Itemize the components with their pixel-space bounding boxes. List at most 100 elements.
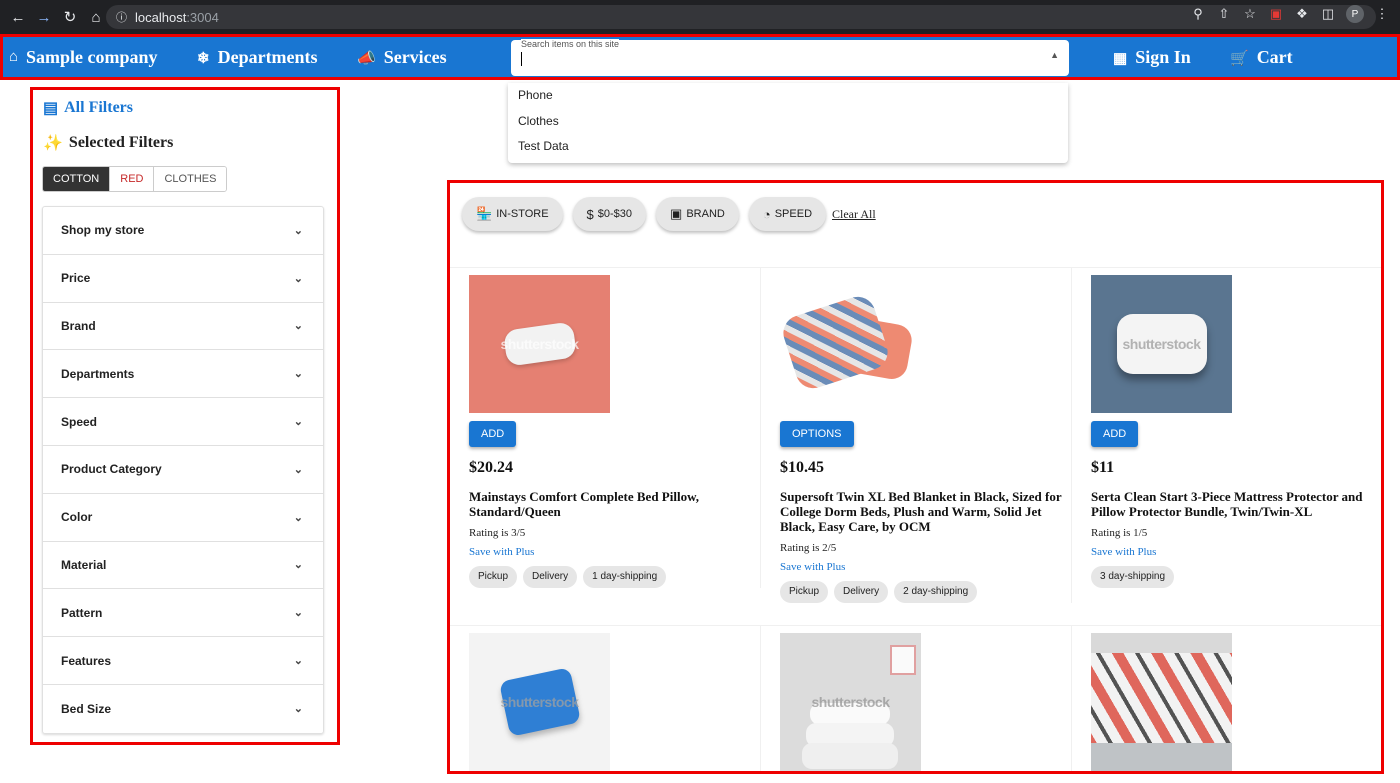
tag-pickup: Pickup xyxy=(469,566,518,588)
save-with-plus-link[interactable]: Save with Plus xyxy=(780,561,1071,573)
product-image[interactable]: shutterstock xyxy=(469,633,610,771)
tag-delivery: Delivery xyxy=(523,566,578,588)
accordion-label: Brand xyxy=(61,318,96,333)
quick-filter-price[interactable]: $ $0-$30 xyxy=(572,197,647,231)
sign-in-link[interactable]: ▦ Sign In xyxy=(1113,47,1191,68)
options-button[interactable]: OPTIONS xyxy=(780,421,854,447)
quick-filter-label: IN-STORE xyxy=(496,208,549,220)
dollar-icon: $ xyxy=(586,206,594,222)
clear-all-link[interactable]: Clear All xyxy=(832,207,876,222)
product-image[interactable]: shutterstock xyxy=(780,633,921,771)
share-icon[interactable]: ⇧ xyxy=(1216,6,1232,22)
product-image[interactable]: shutterstock xyxy=(469,275,610,413)
text-caret xyxy=(521,52,522,66)
product-name[interactable]: Mainstays Comfort Complete Bed Pillow, S… xyxy=(469,489,759,519)
accordion-material[interactable]: Material ⌄ xyxy=(43,542,323,590)
quick-filter-in-store[interactable]: 🏪 IN-STORE xyxy=(462,197,563,231)
accordion-shop-my-store[interactable]: Shop my store ⌄ xyxy=(43,207,323,255)
accordion-color[interactable]: Color ⌄ xyxy=(43,494,323,542)
quick-filter-label: BRAND xyxy=(686,208,725,220)
filter-accordion: Shop my store ⌄ Price ⌄ Brand ⌄ Departments… xyxy=(42,206,324,734)
quick-filter-speed[interactable]: ◔ SPEED xyxy=(748,197,827,231)
menu-dots-icon[interactable]: ⋮ xyxy=(1374,6,1390,22)
accordion-departments[interactable]: Departments ⌄ xyxy=(43,350,323,399)
home-icon[interactable]: ⌂ xyxy=(84,5,108,29)
suggestion-item[interactable]: Phone xyxy=(508,83,1068,109)
info-icon[interactable]: ⓘ xyxy=(116,9,127,25)
accordion-label: Features xyxy=(61,653,112,668)
product-card: OPTIONS $10.45 Supersoft Twin XL Bed Bla… xyxy=(761,267,1072,603)
accordion-product-category[interactable]: Product Category ⌄ xyxy=(43,446,323,494)
accordion-bed-size[interactable]: Bed Size ⌄ xyxy=(43,685,323,733)
fulfillment-tags: Pickup Delivery 2 day-shipping xyxy=(780,581,1071,603)
dropdown-arrow-icon[interactable]: ▲ xyxy=(1050,50,1059,60)
account-icon: ▦ xyxy=(1113,49,1128,67)
product-image[interactable] xyxy=(778,275,921,413)
company-name: Sample company xyxy=(26,47,158,67)
store-icon: 🏪 xyxy=(476,206,493,221)
all-filters-link[interactable]: ▤ All Filters xyxy=(43,98,133,118)
save-with-plus-link[interactable]: Save with Plus xyxy=(1091,546,1381,558)
back-icon[interactable]: ← xyxy=(6,5,30,29)
chevron-down-icon: ⌄ xyxy=(293,416,303,429)
quick-filter-brand[interactable]: ▣ BRAND xyxy=(656,197,739,231)
accordion-pattern[interactable]: Pattern ⌄ xyxy=(43,589,323,638)
product-name[interactable]: Serta Clean Start 3-Piece Mattress Prote… xyxy=(1091,489,1381,519)
accordion-label: Material xyxy=(61,557,107,572)
zoom-icon[interactable]: ⚲ xyxy=(1190,6,1206,22)
product-name[interactable]: Supersoft Twin XL Bed Blanket in Black, … xyxy=(780,489,1070,534)
tag-pickup: Pickup xyxy=(780,581,829,603)
product-image[interactable] xyxy=(1091,633,1232,771)
pillows-pattern-shape xyxy=(1091,653,1232,753)
bookmark-star-icon[interactable]: ☆ xyxy=(1242,6,1258,22)
chevron-down-icon: ⌄ xyxy=(293,559,303,572)
forward-icon[interactable]: → xyxy=(32,5,56,29)
product-price: $11 xyxy=(1091,459,1115,476)
product-card: shutterstock xyxy=(450,625,761,771)
accordion-speed[interactable]: Speed ⌄ xyxy=(43,398,323,446)
address-bar[interactable]: ⓘ localhost:3004 xyxy=(106,5,1376,29)
product-price: $20.24 xyxy=(469,459,513,476)
add-button[interactable]: ADD xyxy=(469,421,517,447)
search-input[interactable]: Search items on this site ▲ xyxy=(511,39,1069,76)
suggestion-item[interactable]: Clothes xyxy=(508,109,1068,135)
cart-link[interactable]: 🛒 Cart xyxy=(1230,47,1293,68)
chevron-down-icon: ⌄ xyxy=(293,463,303,476)
browser-actions: ⚲ ⇧ ☆ ▣ ❖ ◫ P ⋮ xyxy=(1190,5,1390,23)
filter-chip-cotton[interactable]: COTTON xyxy=(43,167,111,191)
product-image[interactable]: shutterstock xyxy=(1091,275,1232,413)
filter-chip-clothes[interactable]: CLOTHES xyxy=(154,167,227,191)
frame-shape xyxy=(890,645,916,675)
tag-shipping: 3 day-shipping xyxy=(1091,566,1175,588)
extension-icon[interactable]: ▣ xyxy=(1268,6,1284,22)
accordion-brand[interactable]: Brand ⌄ xyxy=(43,303,323,351)
sofa-shape xyxy=(1091,743,1232,771)
sparkle-icon: ✨ xyxy=(43,135,63,152)
services-link[interactable]: 📣 Services xyxy=(357,47,447,68)
filters-icon: ▤ xyxy=(43,100,59,117)
filter-chip-red[interactable]: RED xyxy=(110,167,155,191)
tag-shipping: 2 day-shipping xyxy=(894,581,978,603)
product-card xyxy=(1072,625,1381,771)
home-icon: ⌂ xyxy=(9,49,19,65)
pillow-stack-shape xyxy=(802,743,898,769)
home-link[interactable]: ⌂ Sample company xyxy=(9,47,158,68)
accordion-features[interactable]: Features ⌄ xyxy=(43,637,323,685)
accordion-price[interactable]: Price ⌄ xyxy=(43,255,323,303)
add-button[interactable]: ADD xyxy=(1091,421,1139,447)
chevron-down-icon: ⌄ xyxy=(293,224,303,237)
profile-avatar[interactable]: P xyxy=(1346,5,1364,23)
watermark: shutterstock xyxy=(811,694,890,710)
accordion-label: Product Category xyxy=(61,462,162,477)
departments-link[interactable]: ❄ Departments xyxy=(197,47,318,68)
url-host: localhost xyxy=(135,9,187,25)
reload-icon[interactable]: ↻ xyxy=(58,5,82,29)
chevron-down-icon: ⌄ xyxy=(293,607,303,620)
selected-filter-chips: COTTON RED CLOTHES xyxy=(42,166,228,192)
save-with-plus-link[interactable]: Save with Plus xyxy=(469,546,760,558)
puzzle-icon[interactable]: ❖ xyxy=(1294,6,1310,22)
suggestion-item[interactable]: Test Data xyxy=(508,134,1068,160)
sidepanel-icon[interactable]: ◫ xyxy=(1320,6,1336,22)
product-rating: Rating is 2/5 xyxy=(780,542,837,554)
pillow-pattern-shape xyxy=(778,292,893,393)
